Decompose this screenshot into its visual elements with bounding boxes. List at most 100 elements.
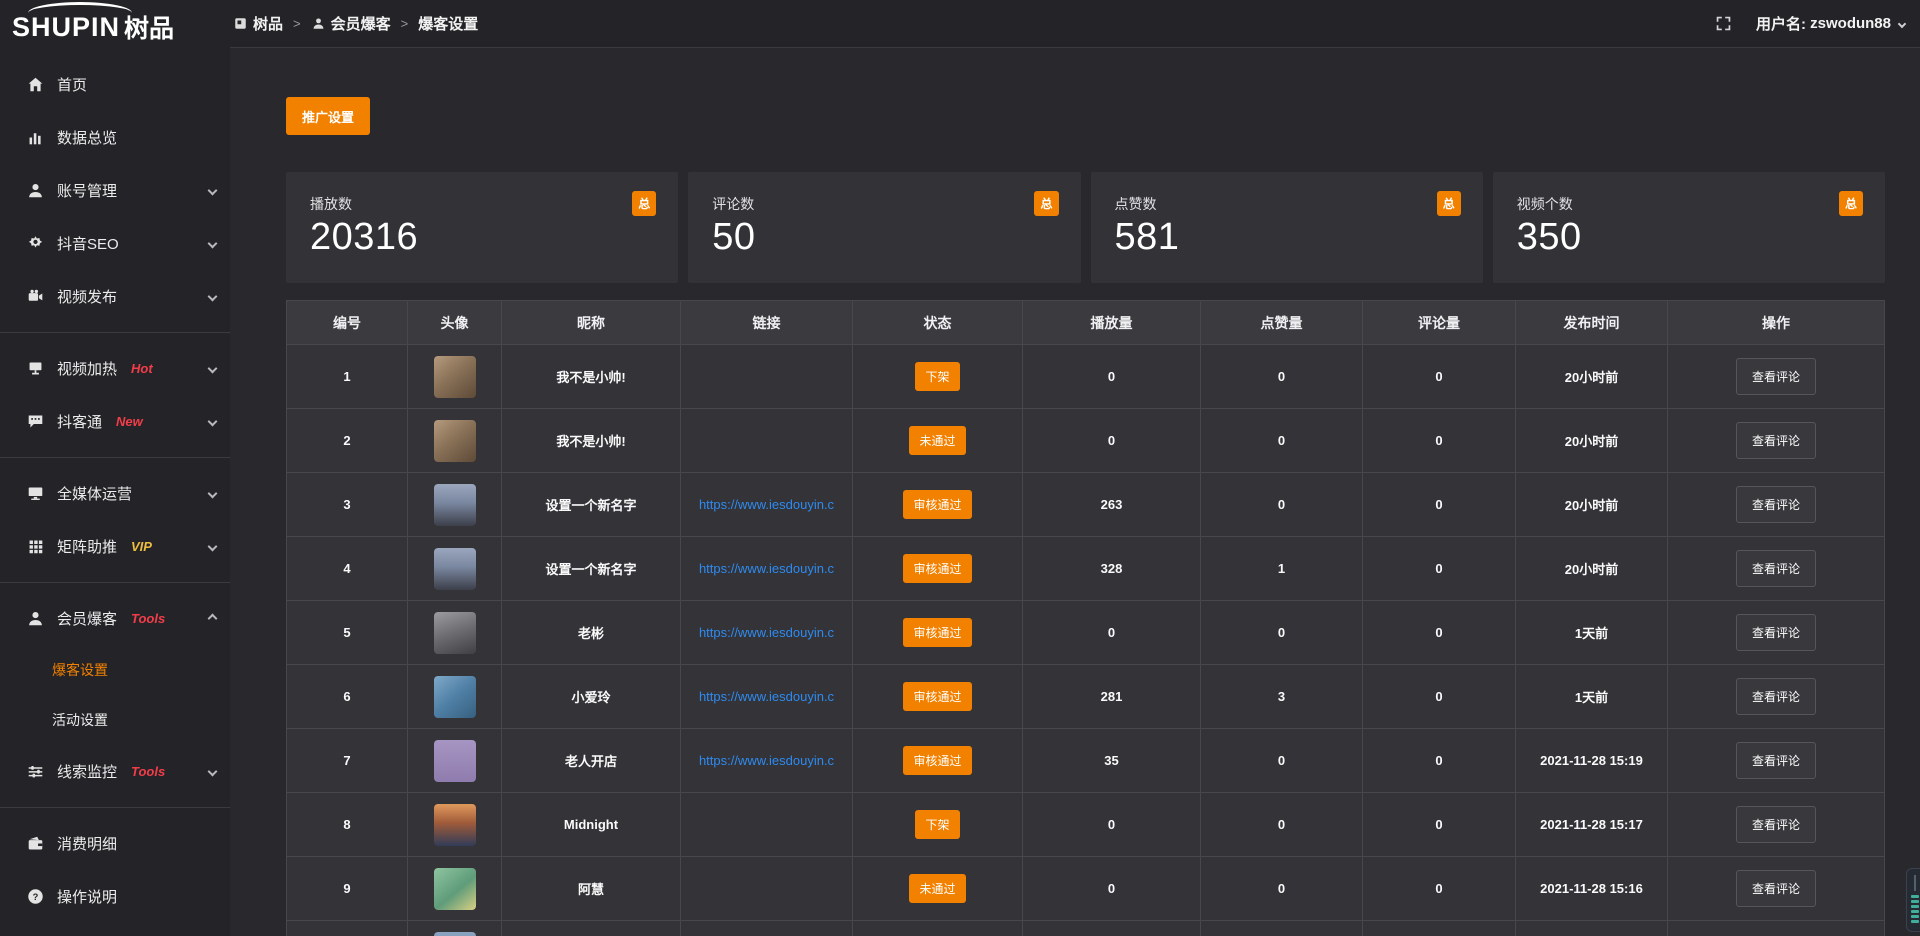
status-badge: 下架 (915, 362, 959, 391)
comments-value: 0 (1435, 433, 1442, 448)
sidebar-item-消费明细[interactable]: 消费明细 (0, 817, 230, 870)
account-link[interactable]: https://www.iesdouyin.c (681, 497, 852, 512)
time-cell: 2021-11-28 15:17 (1516, 793, 1668, 857)
status-cell: 审核通过 (853, 729, 1023, 793)
breadcrumb-item-爆客设置[interactable]: 爆客设置 (418, 13, 478, 34)
row-id: 1 (343, 369, 350, 384)
sidebar-subitem-label: 爆客设置 (52, 660, 108, 680)
comments-cell: 0 (1363, 665, 1516, 729)
view-comments-button[interactable]: 查看评论 (1736, 870, 1816, 907)
breadcrumb-item-树品[interactable]: 树品 (233, 13, 283, 34)
empty-cell (681, 921, 853, 936)
fullscreen-icon[interactable] (1715, 15, 1732, 32)
publish-time: 20小时前 (1565, 434, 1618, 449)
time-cell: 20小时前 (1516, 345, 1668, 409)
view-comments-button[interactable]: 查看评论 (1736, 422, 1816, 459)
avatar (434, 484, 476, 526)
sidebar-item-数据总览[interactable]: 数据总览 (0, 111, 230, 164)
logo[interactable]: SHUPIN 树品 (0, 0, 230, 54)
sidebar-item-线索监控[interactable]: 线索监控Tools (0, 745, 230, 798)
view-comments-button[interactable]: 查看评论 (1736, 806, 1816, 843)
id-cell: 1 (287, 345, 408, 409)
sidebar-item-首页[interactable]: 首页 (0, 58, 230, 111)
status-cell: 未通过 (853, 409, 1023, 473)
avatar-cell (408, 729, 502, 793)
plays-value: 0 (1108, 433, 1115, 448)
row-id: 2 (343, 433, 350, 448)
likes-cell: 0 (1201, 345, 1363, 409)
sidebar-item-会员爆客[interactable]: 会员爆客Tools (0, 592, 230, 645)
table-row-partial (287, 921, 1885, 936)
user-icon (27, 610, 44, 627)
stat-value: 581 (1115, 216, 1461, 259)
column-header-操作: 操作 (1668, 301, 1885, 345)
nickname-cell: 设置一个新名字 (502, 537, 681, 601)
nickname-cell: 我不是小帅! (502, 409, 681, 473)
sidebar-badge-New: New (116, 414, 143, 429)
user-menu[interactable]: 用户名: zswodun88 (1756, 13, 1905, 34)
empty-cell (853, 921, 1023, 936)
link-cell: https://www.iesdouyin.c (681, 537, 853, 601)
view-comments-button[interactable]: 查看评论 (1736, 358, 1816, 395)
avatar-cell (408, 601, 502, 665)
view-comments-button[interactable]: 查看评论 (1736, 614, 1816, 651)
total-badge: 总 (632, 191, 656, 216)
publish-time: 1天前 (1575, 626, 1608, 641)
table-header-row: 编号头像昵称链接状态播放量点赞量评论量发布时间操作 (287, 301, 1885, 345)
avatar-cell (408, 345, 502, 409)
sliders-icon (27, 763, 44, 780)
avatar-cell (408, 409, 502, 473)
breadcrumb: 树品>会员爆客>爆客设置 (233, 13, 478, 34)
action-cell: 查看评论 (1668, 537, 1885, 601)
view-comments-button[interactable]: 查看评论 (1736, 550, 1816, 587)
plays-value: 0 (1108, 817, 1115, 832)
account-link[interactable]: https://www.iesdouyin.c (681, 689, 852, 704)
column-header-头像: 头像 (408, 301, 502, 345)
chevron-down-icon (208, 364, 218, 374)
stat-value: 20316 (310, 216, 656, 259)
sidebar-item-label: 线索监控 (57, 761, 117, 782)
breadcrumb-item-会员爆客[interactable]: 会员爆客 (311, 13, 391, 34)
plays-value: 0 (1108, 369, 1115, 384)
column-header-评论量: 评论量 (1363, 301, 1516, 345)
link-cell (681, 857, 853, 921)
sidebar-item-账号管理[interactable]: 账号管理 (0, 164, 230, 217)
breadcrumb-separator: > (401, 16, 409, 31)
sidebar-item-抖客通[interactable]: 抖客通New (0, 395, 230, 448)
sidebar-item-label: 账号管理 (57, 180, 117, 201)
comments-value: 0 (1435, 817, 1442, 832)
nickname: 设置一个新名字 (545, 498, 636, 513)
publish-time: 20小时前 (1565, 370, 1618, 385)
sidebar-subitem-爆客设置[interactable]: 爆客设置 (0, 645, 230, 695)
sidebar-item-矩阵助推[interactable]: 矩阵助推VIP (0, 520, 230, 573)
sidebar-item-视频发布[interactable]: 视频发布 (0, 270, 230, 323)
view-comments-button[interactable]: 查看评论 (1736, 742, 1816, 779)
action-cell: 查看评论 (1668, 729, 1885, 793)
account-link[interactable]: https://www.iesdouyin.c (681, 753, 852, 768)
view-comments-button[interactable]: 查看评论 (1736, 486, 1816, 523)
promo-settings-button[interactable]: 推广设置 (286, 97, 370, 135)
sidebar-subitem-活动设置[interactable]: 活动设置 (0, 695, 230, 745)
sidebar-item-视频加热[interactable]: 视频加热Hot (0, 342, 230, 395)
sidebar-item-抖音SEO[interactable]: 抖音SEO (0, 217, 230, 270)
floating-widget[interactable] (1906, 868, 1920, 932)
account-link[interactable]: https://www.iesdouyin.c (681, 625, 852, 640)
status-cell: 未通过 (853, 857, 1023, 921)
sidebar-item-全媒体运营[interactable]: 全媒体运营 (0, 467, 230, 520)
comments-value: 0 (1435, 497, 1442, 512)
sidebar-subitem-label: 活动设置 (52, 710, 108, 730)
breadcrumb-label: 会员爆客 (331, 13, 391, 34)
sidebar-item-操作说明[interactable]: ?操作说明 (0, 870, 230, 923)
account-link[interactable]: https://www.iesdouyin.c (681, 561, 852, 576)
empty-cell (1668, 921, 1885, 936)
time-cell: 20小时前 (1516, 537, 1668, 601)
empty-cell (1516, 921, 1668, 936)
avatar-cell (408, 473, 502, 537)
comments-cell: 0 (1363, 473, 1516, 537)
status-cell: 审核通过 (853, 537, 1023, 601)
nickname: 设置一个新名字 (545, 562, 636, 577)
view-comments-button[interactable]: 查看评论 (1736, 678, 1816, 715)
status-cell: 审核通过 (853, 665, 1023, 729)
id-cell: 4 (287, 537, 408, 601)
status-cell: 下架 (853, 793, 1023, 857)
